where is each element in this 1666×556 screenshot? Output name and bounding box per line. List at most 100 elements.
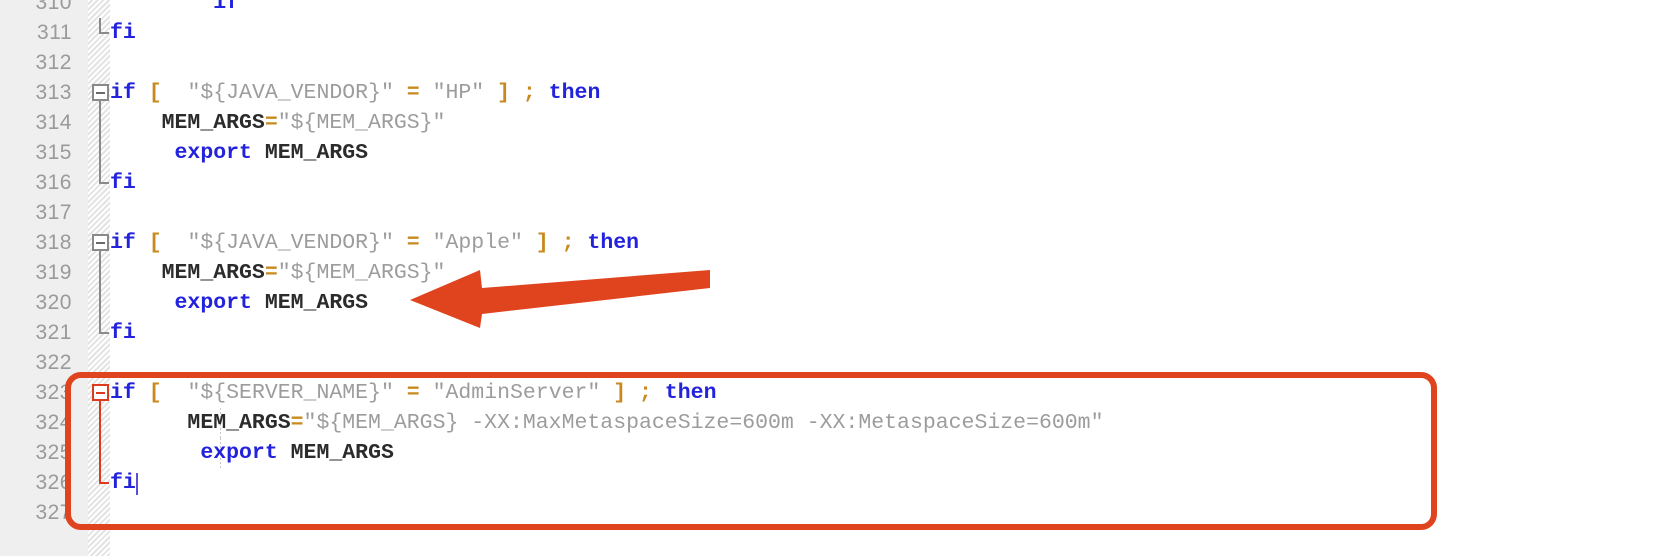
fold-guide-line (99, 408, 101, 438)
token-punc: ] (613, 381, 627, 405)
line-number[interactable]: 311 (0, 18, 72, 48)
code-line-text[interactable]: MEM_ARGS="${MEM_ARGS} -XX:MaxMetaspaceSi… (110, 408, 1103, 438)
line-number[interactable]: 326 (0, 468, 72, 498)
code-line-text[interactable]: fi (110, 168, 136, 198)
line-number[interactable]: 324 (0, 408, 72, 438)
token-str: "${MEM_ARGS} -XX:MaxMetaspaceSize=600m -… (303, 411, 1104, 435)
line-number[interactable]: 313 (0, 78, 72, 108)
line-number[interactable]: 317 (0, 198, 72, 228)
code-line-text[interactable]: export MEM_ARGS (110, 288, 369, 318)
token-var: MEM_ARGS (161, 261, 265, 285)
fold-guide-line (99, 438, 101, 468)
line-number[interactable]: 310 (0, 0, 72, 18)
fold-guide-line (99, 108, 101, 138)
token-punc: = (406, 231, 420, 255)
token-str: "${SERVER_NAME}" (187, 381, 394, 405)
code-line-text[interactable]: if [ "${JAVA_VENDOR}" = "Apple" ] ; then (110, 228, 639, 258)
token-str: "Apple" (432, 231, 523, 255)
code-line-text[interactable]: fi (110, 318, 136, 348)
line-number[interactable]: 315 (0, 138, 72, 168)
fold-end-marker (99, 32, 109, 34)
token-kw: if (110, 231, 136, 255)
token-punc: = (406, 381, 420, 405)
line-number[interactable]: 316 (0, 168, 72, 198)
code-line-text[interactable]: MEM_ARGS="${MEM_ARGS}" (110, 258, 446, 288)
token-str: "${MEM_ARGS}" (277, 261, 446, 285)
token-punc: = (406, 81, 420, 105)
code-line-text[interactable]: if (110, 0, 239, 18)
code-line-text[interactable]: fi (110, 18, 136, 48)
token-kw: then (664, 381, 717, 405)
token-str: "HP" (432, 81, 485, 105)
line-number[interactable]: 318 (0, 228, 72, 258)
token-var: MEM_ARGS (264, 141, 369, 165)
line-number[interactable]: 323 (0, 378, 72, 408)
token-kw: then (548, 81, 601, 105)
code-line-text[interactable]: fi (110, 468, 136, 498)
token-punc: ; (522, 81, 536, 105)
token-punc: [ (148, 381, 162, 405)
token-punc: ; (561, 231, 575, 255)
fold-collapse-icon[interactable] (92, 84, 109, 101)
token-punc: [ (148, 231, 162, 255)
code-line-text[interactable]: export MEM_ARGS (110, 138, 369, 168)
line-number[interactable]: 325 (0, 438, 72, 468)
code-line-text[interactable]: MEM_ARGS="${MEM_ARGS}" (110, 108, 446, 138)
token-punc: [ (148, 81, 162, 105)
token-kw: if (110, 81, 136, 105)
line-number[interactable]: 319 (0, 258, 72, 288)
token-str: "${JAVA_VENDOR}" (187, 231, 394, 255)
line-number[interactable]: 327 (0, 498, 72, 528)
fold-collapse-icon[interactable] (92, 384, 109, 401)
line-number[interactable]: 321 (0, 318, 72, 348)
token-kw: fi (110, 321, 136, 345)
token-punc: = (264, 261, 278, 285)
token-var: MEM_ARGS (264, 291, 369, 315)
fold-end-marker (99, 182, 109, 184)
token-punc: ; (639, 381, 652, 405)
token-kw: then (587, 231, 640, 255)
line-number[interactable]: 312 (0, 48, 72, 78)
token-kw: fi (110, 471, 136, 495)
text-caret (136, 473, 138, 495)
token-kw: export (174, 291, 252, 315)
code-line-text[interactable]: if [ "${SERVER_NAME}" = "AdminServer" ] … (110, 378, 716, 408)
token-kw: export (174, 141, 252, 165)
token-var: MEM_ARGS (161, 111, 265, 135)
token-punc: ] (535, 231, 549, 255)
code-editor[interactable]: 310 if 311 fi 312 313 if [ "${JAVA_VENDOR}" =… (0, 0, 1666, 556)
token-punc: ] (497, 81, 511, 105)
token-kw: if (213, 0, 240, 15)
token-kw: fi (110, 171, 136, 195)
token-str: "${JAVA_VENDOR}" (187, 81, 394, 105)
fold-guide-line (99, 138, 101, 168)
fold-collapse-icon[interactable] (92, 234, 109, 251)
code-line-text[interactable]: export MEM_ARGS (110, 438, 394, 468)
fold-guide-line (99, 288, 101, 318)
line-number[interactable]: 322 (0, 348, 72, 378)
code-line-text[interactable]: if [ "${JAVA_VENDOR}" = "HP" ] ; then (110, 78, 600, 108)
line-number[interactable]: 320 (0, 288, 72, 318)
line-number[interactable]: 314 (0, 108, 72, 138)
